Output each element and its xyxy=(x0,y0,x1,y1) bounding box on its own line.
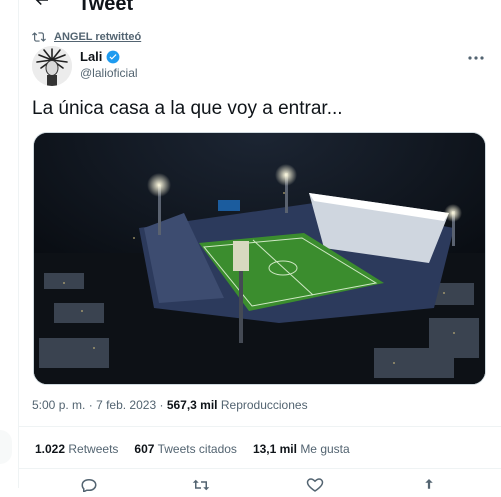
like-icon[interactable] xyxy=(306,478,324,492)
divider-bottom xyxy=(18,468,501,469)
tweet-author: Lali @lalioficial xyxy=(32,46,492,86)
retweets-count: 1.022 xyxy=(35,442,66,456)
meta-separator: · xyxy=(88,398,93,412)
tweet-header: Tweet xyxy=(18,0,501,16)
arrow-left-icon[interactable] xyxy=(32,0,52,12)
page-title: Tweet xyxy=(78,0,134,15)
tweet-stats: 1.022 Retweets 607 Tweets citados 13,1 m… xyxy=(35,442,350,456)
quotes-count: 607 xyxy=(134,442,155,456)
tweet-date[interactable]: 7 feb. 2023 xyxy=(96,398,156,412)
author-name-row[interactable]: Lali xyxy=(80,49,120,64)
quotes-label: Tweets citados xyxy=(157,442,237,456)
views-label: Reproducciones xyxy=(220,398,308,412)
tweet-image[interactable] xyxy=(33,132,486,385)
avatar[interactable] xyxy=(32,46,72,86)
more-options-icon[interactable] xyxy=(464,50,488,66)
retweets-stat[interactable]: 1.022 Retweets xyxy=(35,442,118,456)
author-handle[interactable]: @lalioficial xyxy=(80,66,138,80)
divider-top xyxy=(18,426,501,427)
retweet-context: ANGEL retwitteó xyxy=(32,30,141,44)
reply-icon[interactable] xyxy=(80,478,98,493)
tweet-text: La única casa a la que voy a entrar... xyxy=(32,98,343,119)
likes-label: Me gusta xyxy=(300,442,350,456)
tweet-time[interactable]: 5:00 p. m. xyxy=(32,398,85,412)
tweet-meta: 5:00 p. m. · 7 feb. 2023 · 567,3 mil Rep… xyxy=(32,398,308,412)
retweet-icon xyxy=(32,30,46,44)
views-count: 567,3 mil xyxy=(166,398,218,412)
retweet-action-icon[interactable] xyxy=(192,478,210,492)
likes-stat[interactable]: 13,1 mil Me gusta xyxy=(253,442,350,456)
tweet-actions xyxy=(32,478,472,493)
stadium-photo xyxy=(34,133,485,384)
quotes-stat[interactable]: 607 Tweets citados xyxy=(134,442,237,456)
likes-count: 13,1 mil xyxy=(252,442,297,456)
left-sidebar-edge xyxy=(0,0,19,488)
share-icon[interactable] xyxy=(420,478,438,492)
verified-badge-icon xyxy=(106,50,120,64)
author-name[interactable]: Lali xyxy=(80,49,102,64)
meta-separator-2: · xyxy=(159,398,164,412)
sidebar-hover-blob xyxy=(0,430,12,464)
retweeter-link[interactable]: ANGEL retwitteó xyxy=(54,31,141,43)
retweets-label: Retweets xyxy=(68,442,119,456)
